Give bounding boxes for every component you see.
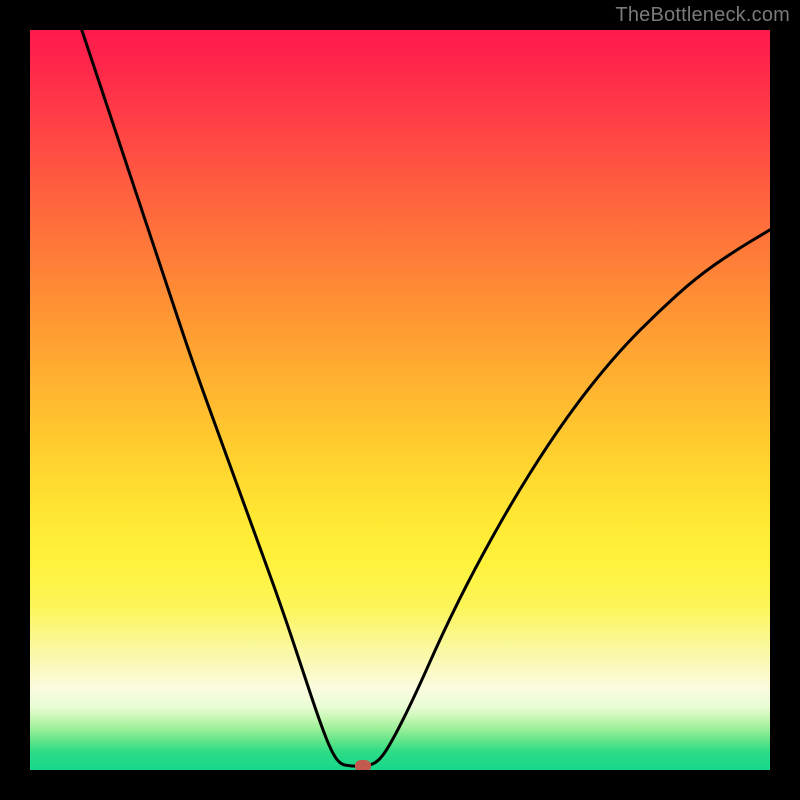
chart-frame: TheBottleneck.com bbox=[0, 0, 800, 800]
optimal-point-marker bbox=[355, 760, 371, 770]
watermark-text: TheBottleneck.com bbox=[615, 4, 790, 27]
plot-area bbox=[30, 30, 770, 770]
bottleneck-curve bbox=[30, 30, 770, 770]
